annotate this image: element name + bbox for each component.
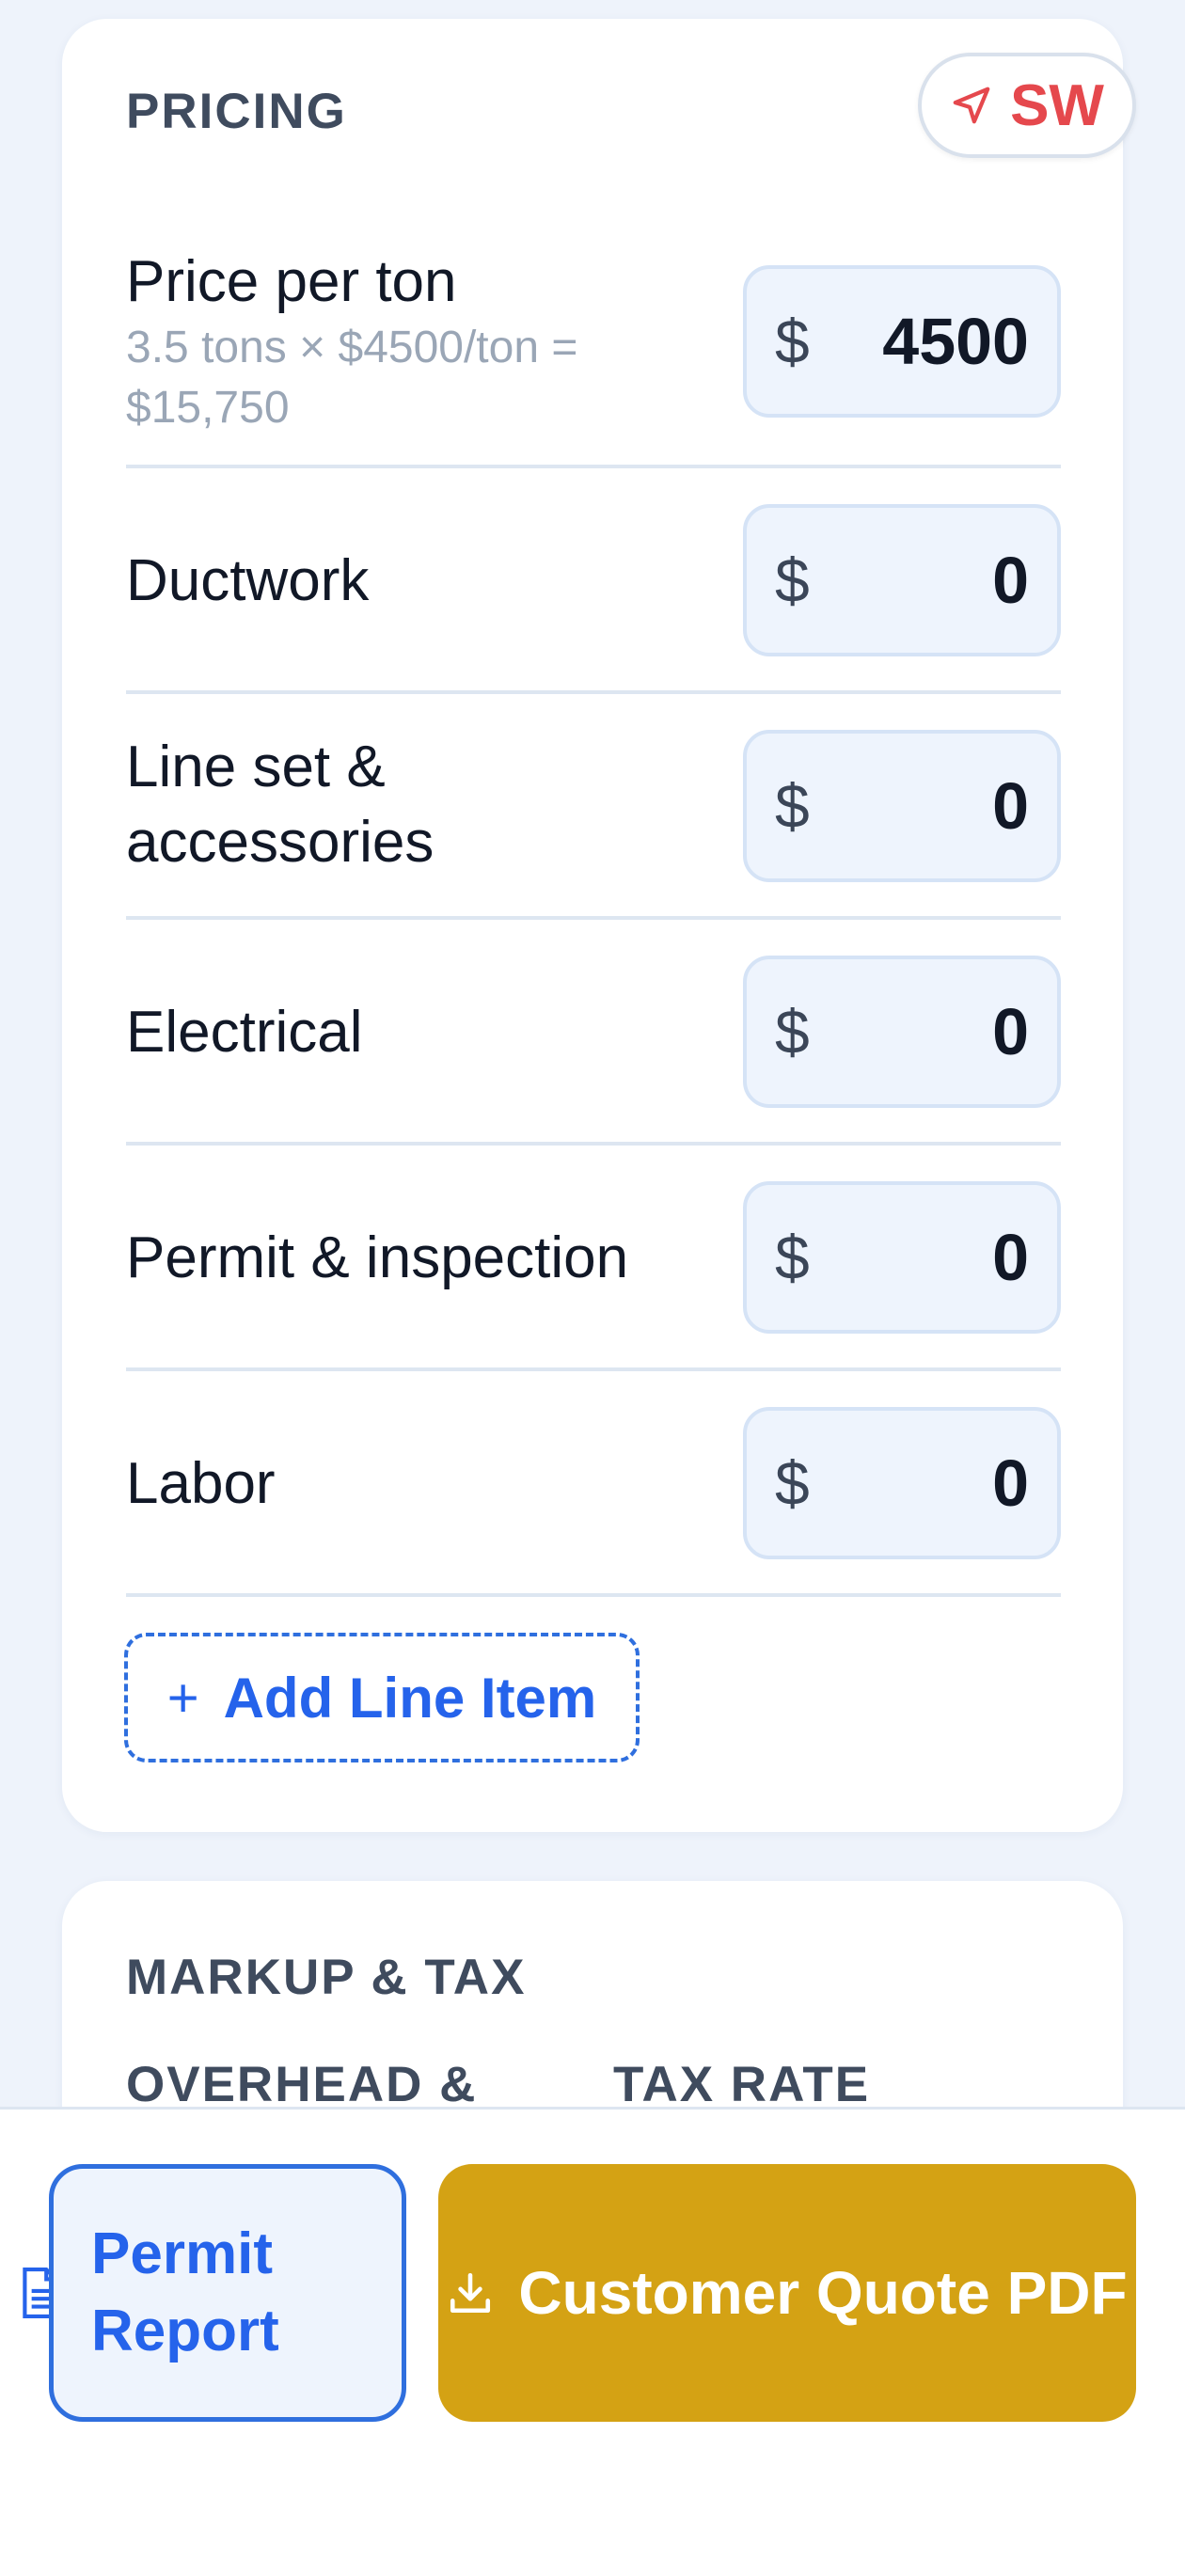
permit-report-label-line1: Permit (91, 2221, 273, 2286)
price-per-ton-label: Price per ton (126, 249, 457, 314)
labor-label: Labor (126, 1451, 276, 1516)
currency-symbol: $ (775, 997, 810, 1067)
markup-tax-title: MARKUP & TAX (126, 1950, 527, 2005)
pricing-card: PRICING SW Price per ton 3.5 tons × $450… (62, 19, 1136, 1832)
permit-inspection-input[interactable]: $ 0 (743, 1181, 1061, 1334)
add-line-item-label: Add Line Item (223, 1666, 597, 1730)
permit-inspection-row: Permit & inspection $ 0 (126, 1146, 1061, 1371)
electrical-label: Electrical (126, 1000, 363, 1065)
price-per-ton-input[interactable]: $ 4500 (743, 265, 1061, 418)
permit-inspection-value: 0 (992, 1221, 1029, 1294)
currency-symbol: $ (775, 545, 810, 615)
plus-icon: + (166, 1667, 199, 1729)
line-set-label-line1: Line set & (126, 735, 386, 799)
permit-report-label-line2: Report (91, 2299, 279, 2363)
electrical-value: 0 (992, 995, 1029, 1068)
add-line-item-button[interactable]: + Add Line Item (124, 1633, 640, 1762)
currency-symbol: $ (775, 307, 810, 376)
labor-value: 0 (992, 1446, 1029, 1520)
customer-quote-pdf-label: Customer Quote PDF (518, 2259, 1128, 2327)
permit-inspection-label: Permit & inspection (126, 1225, 629, 1290)
labor-input[interactable]: $ 0 (743, 1407, 1061, 1559)
customer-quote-pdf-button[interactable]: Customer Quote PDF (438, 2164, 1136, 2422)
navigation-arrow-icon (953, 87, 990, 124)
region-code: SW (1010, 72, 1104, 138)
ductwork-label: Ductwork (126, 548, 370, 613)
line-set-input[interactable]: $ 0 (743, 730, 1061, 882)
line-set-value: 0 (992, 769, 1029, 843)
permit-report-button[interactable]: Permit Report (49, 2164, 406, 2422)
currency-symbol: $ (775, 1448, 810, 1518)
ductwork-row: Ductwork $ 0 (126, 468, 1061, 694)
price-per-ton-calc-line1: 3.5 tons × $4500/ton = (126, 323, 578, 372)
permit-report-label: Permit Report (91, 2216, 373, 2370)
line-set-label-line2: accessories (126, 810, 434, 875)
region-badge[interactable]: SW (918, 53, 1136, 158)
download-icon (450, 2272, 491, 2314)
line-set-row: Line set & accessories $ 0 (126, 694, 1061, 920)
ductwork-input[interactable]: $ 0 (743, 504, 1061, 656)
pricing-title: PRICING (126, 84, 347, 139)
electrical-row: Electrical $ 0 (126, 920, 1061, 1146)
tax-rate-column-label: TAX RATE (613, 2057, 871, 2112)
price-per-ton-calc-line2: $15,750 (126, 383, 290, 433)
overhead-column-label: OVERHEAD & (126, 2057, 478, 2112)
bottom-action-bar: Permit Report Customer Quote PDF (0, 2107, 1185, 2576)
labor-row: Labor $ 0 (126, 1371, 1061, 1597)
price-per-ton-value: 4500 (882, 305, 1029, 378)
ductwork-value: 0 (992, 544, 1029, 617)
currency-symbol: $ (775, 771, 810, 841)
price-per-ton-row: Price per ton 3.5 tons × $4500/ton = $15… (126, 243, 1061, 468)
electrical-input[interactable]: $ 0 (743, 956, 1061, 1108)
currency-symbol: $ (775, 1223, 810, 1292)
